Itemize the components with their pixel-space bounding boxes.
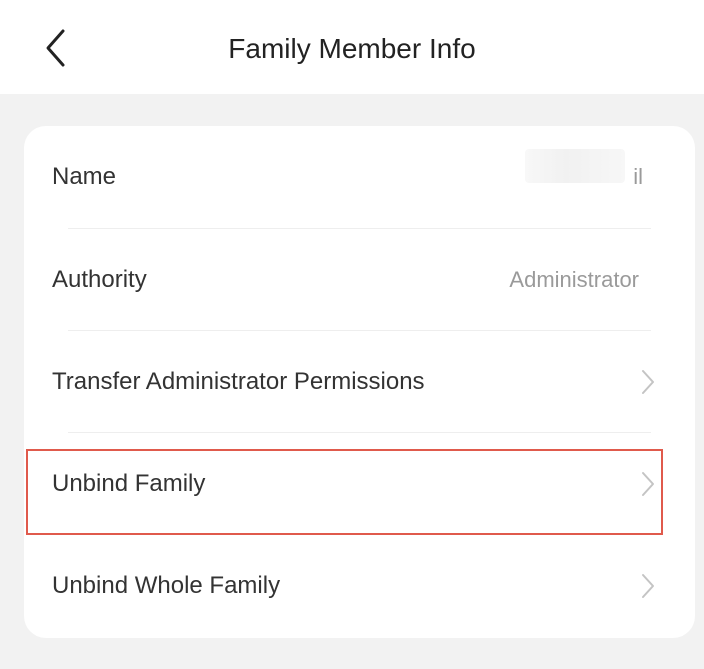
content-area: Name il Authority Administrator Transfer… (0, 94, 704, 669)
authority-label: Authority (52, 266, 147, 293)
name-value: il (633, 164, 643, 189)
chevron-right-icon (642, 370, 654, 394)
unbind-whole-family-row[interactable]: Unbind Whole Family (24, 535, 695, 637)
page-title: Family Member Info (228, 33, 476, 64)
name-row: Name il (24, 126, 695, 228)
unbind-family-label: Unbind Family (52, 470, 206, 497)
transfer-admin-permissions-row[interactable]: Transfer Administrator Permissions (24, 331, 695, 433)
chevron-right-icon (642, 574, 654, 598)
authority-value: Administrator (509, 267, 639, 292)
name-label: Name (52, 163, 117, 190)
member-info-card: Name il Authority Administrator Transfer… (24, 126, 695, 638)
unbind-whole-family-label: Unbind Whole Family (52, 572, 281, 599)
authority-row: Authority Administrator (24, 229, 695, 331)
family-member-info-screen: Family Member Info Name il Authority Adm… (0, 0, 704, 669)
top-nav-bar: Family Member Info (0, 0, 704, 94)
transfer-admin-permissions-label: Transfer Administrator Permissions (52, 368, 425, 395)
redacted-name-block (525, 149, 625, 183)
chevron-right-icon (642, 472, 654, 496)
unbind-family-row[interactable]: Unbind Family (24, 433, 695, 535)
